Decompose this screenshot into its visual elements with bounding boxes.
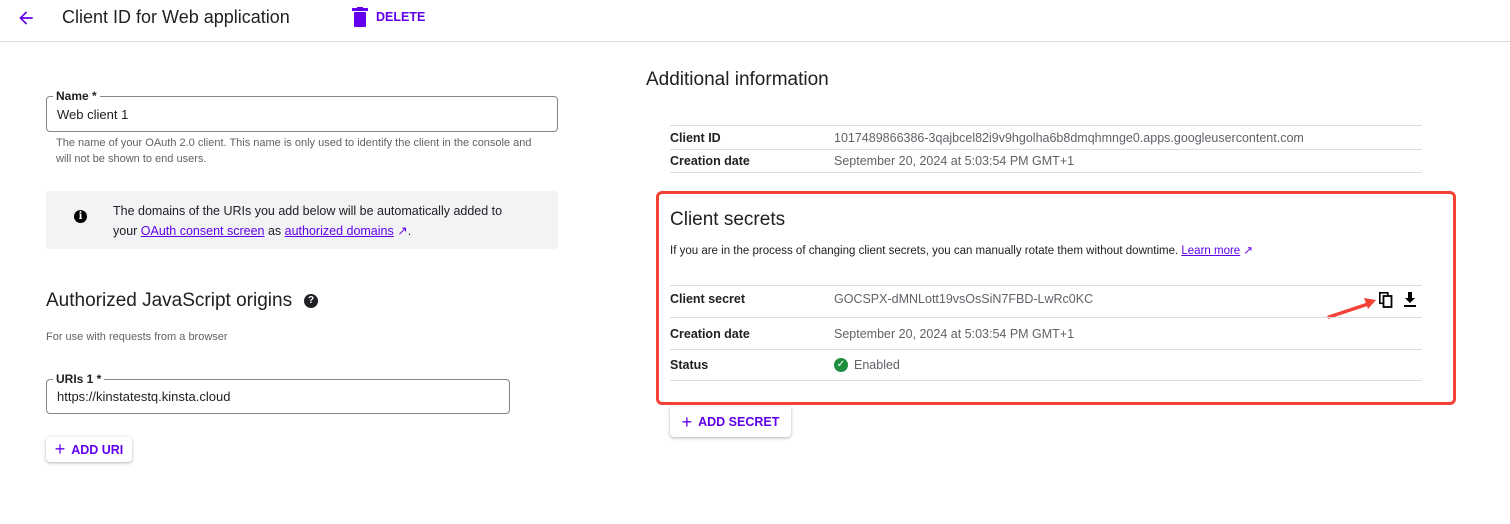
- add-uri-label: ADD URI: [71, 442, 124, 457]
- uri-label: URIs 1 *: [53, 372, 105, 386]
- info-banner: i The domains of the URIs you add below …: [46, 191, 558, 249]
- secret-row: Status ✓ Enabled: [670, 349, 1422, 381]
- status-value: Enabled: [854, 358, 900, 372]
- trash-icon: [352, 7, 368, 27]
- uri-input[interactable]: URIs 1 * https://kinstatestq.kinsta.clou…: [46, 372, 510, 414]
- info-row: Creation date September 20, 2024 at 5:03:…: [670, 149, 1422, 173]
- add-uri-button[interactable]: + ADD URI: [46, 437, 132, 462]
- origins-title: Authorized JavaScript origins: [46, 290, 293, 311]
- name-value: Web client 1: [57, 106, 129, 122]
- page-header: Client ID for Web application DELETE: [0, 0, 1510, 42]
- banner-text-3: as: [264, 224, 285, 238]
- banner-text-4: .: [407, 224, 412, 238]
- plus-icon: +: [681, 411, 693, 432]
- secret-row: Client secret GOCSPX-dMNLott19vsOsSiN7FBD…: [670, 285, 1422, 317]
- name-label: Name *: [53, 89, 100, 103]
- info-icon: i: [74, 210, 87, 223]
- plus-icon: +: [54, 439, 66, 459]
- page-title: Client ID for Web application: [62, 7, 290, 27]
- learn-more-link[interactable]: Learn more: [1181, 245, 1240, 257]
- external-link-icon: ↗: [1240, 245, 1254, 257]
- oauth-consent-link[interactable]: OAuth consent screen: [141, 224, 265, 238]
- add-secret-button[interactable]: + ADD SECRET: [670, 407, 791, 437]
- external-link-icon: ↗: [393, 224, 408, 238]
- download-icon[interactable]: [1403, 292, 1417, 308]
- secrets-desc: If you are in the process of changing cl…: [670, 245, 1182, 257]
- copy-icon[interactable]: [1379, 292, 1393, 308]
- banner-text-2: your: [113, 224, 141, 238]
- client-secrets-title: Client secrets: [670, 209, 786, 230]
- secret-row: Creation date September 20, 2024 at 5:03:…: [670, 317, 1422, 349]
- origins-subtitle: For use with requests from a browser: [46, 331, 228, 343]
- back-arrow-icon[interactable]: [16, 8, 36, 28]
- additional-info-title: Additional information: [646, 69, 829, 90]
- banner-text: The domains of the URIs you add below wi…: [113, 204, 503, 218]
- name-input[interactable]: Name * Web client 1: [46, 89, 558, 132]
- uri-value: https://kinstatestq.kinsta.cloud: [57, 389, 231, 404]
- help-icon[interactable]: ?: [304, 294, 319, 308]
- add-secret-label: ADD SECRET: [698, 415, 780, 429]
- authorized-domains-link[interactable]: authorized domains: [285, 224, 394, 238]
- name-hint: The name of your OAuth 2.0 client. This …: [56, 137, 532, 165]
- info-row: Client ID 1017489866386-3qajbcel82i9v9hgo…: [670, 125, 1422, 149]
- delete-button[interactable]: DELETE: [352, 7, 425, 27]
- check-circle-icon: ✓: [834, 358, 848, 372]
- delete-label: DELETE: [376, 10, 426, 24]
